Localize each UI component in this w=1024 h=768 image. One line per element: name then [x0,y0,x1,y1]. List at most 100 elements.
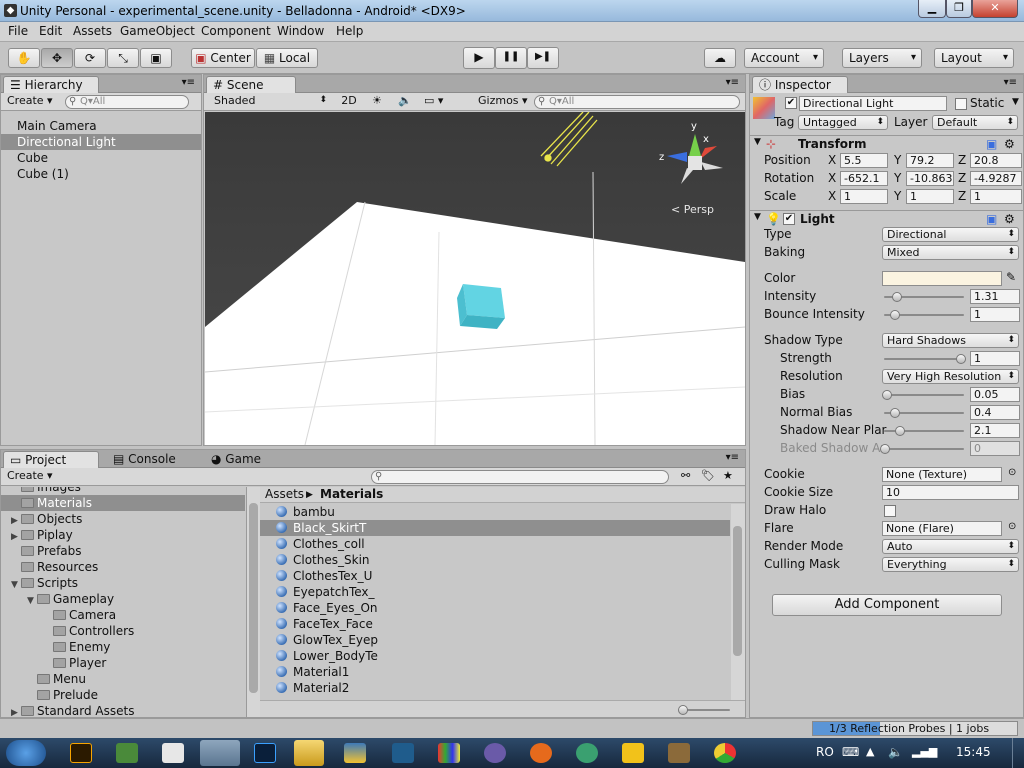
filter-label-icon[interactable]: 🏷 [701,469,715,484]
menu-assets[interactable]: Assets [73,24,112,38]
app-icon[interactable] [622,743,644,763]
cookie-field[interactable]: None (Texture) [882,467,1002,482]
folder-tree-item[interactable]: ▶ Piplay [1,527,245,543]
hierarchy-item[interactable]: Main Camera [1,118,201,134]
app-icon[interactable] [668,743,690,763]
normal-bias-field[interactable]: 0.4 [970,405,1020,420]
menu-gameobject[interactable]: GameObject [120,24,195,38]
minimize-button[interactable]: ▁ [918,0,946,18]
culling-dropdown[interactable]: Everything [882,557,1019,572]
maximize-button[interactable]: ❐ [946,0,972,18]
slider-knob[interactable] [880,444,890,454]
add-component-button[interactable]: Add Component [772,594,1002,616]
folder-tree-item[interactable]: Enemy [1,639,245,655]
network-icon[interactable]: ▂▄▆ [912,745,937,758]
asset-item[interactable]: GlowTex_Eyep [260,632,730,648]
move-tool-button[interactable]: ✥ [41,48,73,68]
close-button[interactable]: ✕ [972,0,1018,18]
app-icon[interactable] [484,743,506,763]
rotate-tool-button[interactable]: ⟳ [74,48,106,68]
shadow-type-dropdown[interactable]: Hard Shadows [882,333,1019,348]
tab-hierarchy[interactable]: ☰ Hierarchy [3,76,99,93]
bias-slider[interactable] [881,390,964,400]
volume-icon[interactable]: 🔈 [888,745,903,759]
hierarchy-item[interactable]: Cube (1) [1,166,201,182]
transform-z-field[interactable]: -4.9287 [970,171,1022,186]
project-search-input[interactable] [371,470,669,484]
asset-item[interactable]: Clothes_Skin [260,552,730,568]
eyedropper-icon[interactable]: ✎ [1006,270,1016,284]
keyboard-icon[interactable]: ⌨ [842,745,859,759]
slider-knob[interactable] [956,354,966,364]
explorer-icon[interactable] [294,740,324,766]
folder-tree-item[interactable]: Resources [1,559,245,575]
slider-knob[interactable] [895,426,906,436]
bias-field[interactable]: 0.05 [970,387,1020,402]
folder-tree-item[interactable]: ▼ Gameplay [1,591,245,607]
baked-field[interactable]: 0 [970,441,1020,456]
asset-item[interactable]: Material1 [260,664,730,680]
strength-field[interactable]: 1 [970,351,1020,366]
gear-icon[interactable]: ⚙ [1004,137,1015,151]
intensity-field[interactable]: 1.31 [970,289,1020,304]
folder-tree-item[interactable]: Camera [1,607,245,623]
tab-inspector[interactable]: ⓘ Inspector [752,76,848,93]
asset-item[interactable]: Lower_BodyTe [260,648,730,664]
progress-bar[interactable]: 1/3 Reflection Probes | 1 jobs [812,721,1018,736]
asset-item[interactable]: Clothes_coll [260,536,730,552]
hierarchy-create-button[interactable]: Create ▾ [7,94,53,109]
bounce-field[interactable]: 1 [970,307,1020,322]
folder-tree-item[interactable]: ▶ Objects [1,511,245,527]
account-dropdown[interactable]: Account [744,48,824,68]
favorite-star-icon[interactable]: ★ [723,469,733,484]
chrome-icon[interactable] [714,743,736,763]
transform-z-field[interactable]: 1 [970,189,1022,204]
pause-button[interactable]: ❚❚ [495,47,527,69]
baked-slider[interactable] [880,444,964,454]
tab-scene[interactable]: # Scene [206,76,296,93]
object-picker-icon[interactable]: ⊙ [1008,467,1016,478]
icon-size-slider[interactable] [678,705,730,715]
transform-x-field[interactable]: 1 [840,189,888,204]
help-icon[interactable]: ▣ [986,137,997,151]
object-picker-icon[interactable]: ⊙ [1008,521,1016,532]
light-enabled-checkbox[interactable]: ✔ [783,213,795,225]
step-button[interactable]: ▶❚ [527,47,559,69]
cloud-button[interactable]: ☁ [704,48,736,68]
rect-tool-button[interactable]: ▣ [140,48,172,68]
show-desktop-button[interactable] [1012,738,1024,768]
resolution-dropdown[interactable]: Very High Resolution [882,369,1019,384]
transform-x-field[interactable]: -652.1 [840,171,888,186]
slider-knob[interactable] [889,408,900,418]
asset-item[interactable]: FaceTex_Face [260,616,730,632]
slider-knob[interactable] [881,390,892,400]
near-slider[interactable] [884,426,964,436]
folder-tree-item[interactable]: ▼ Scripts [1,575,245,591]
near-field[interactable]: 2.1 [970,423,1020,438]
projection-label[interactable]: < Persp [671,203,714,216]
firefox-icon[interactable] [530,743,552,763]
transform-header[interactable]: ▼ ⊹ Transform ▣ ⚙ [750,135,1023,153]
unity-taskbar-icon[interactable] [200,740,240,766]
folder-tree-item[interactable]: ▶ Standard Assets [1,703,245,717]
light-header[interactable]: ▼ 💡 ✔ Light ▣ ⚙ [750,210,1023,228]
folder-tree-item[interactable]: Prefabs [1,543,245,559]
intensity-slider[interactable] [884,292,964,302]
color-swatch[interactable] [882,271,1002,286]
breadcrumb-assets[interactable]: Assets [265,487,304,501]
render-dropdown[interactable]: Auto [882,539,1019,554]
collapse-arrow-icon[interactable]: ▼ [754,212,761,222]
asset-item[interactable]: Face_Eyes_On [260,600,730,616]
slider-knob[interactable] [892,292,903,302]
expand-arrow-icon[interactable]: ▶ [11,705,21,717]
baking-dropdown[interactable]: Mixed [882,245,1019,260]
start-orb-icon[interactable] [6,740,46,766]
transform-y-field[interactable]: 79.2 [906,153,954,168]
bounce-slider[interactable] [884,310,964,320]
audio-icon[interactable]: 🔈 [398,94,412,109]
asset-scrollbar[interactable] [731,504,745,700]
normal-bias-slider[interactable] [884,408,964,418]
asset-item[interactable]: bambu [260,504,730,520]
strength-slider[interactable] [884,354,966,364]
draw-halo-checkbox[interactable] [884,505,896,517]
